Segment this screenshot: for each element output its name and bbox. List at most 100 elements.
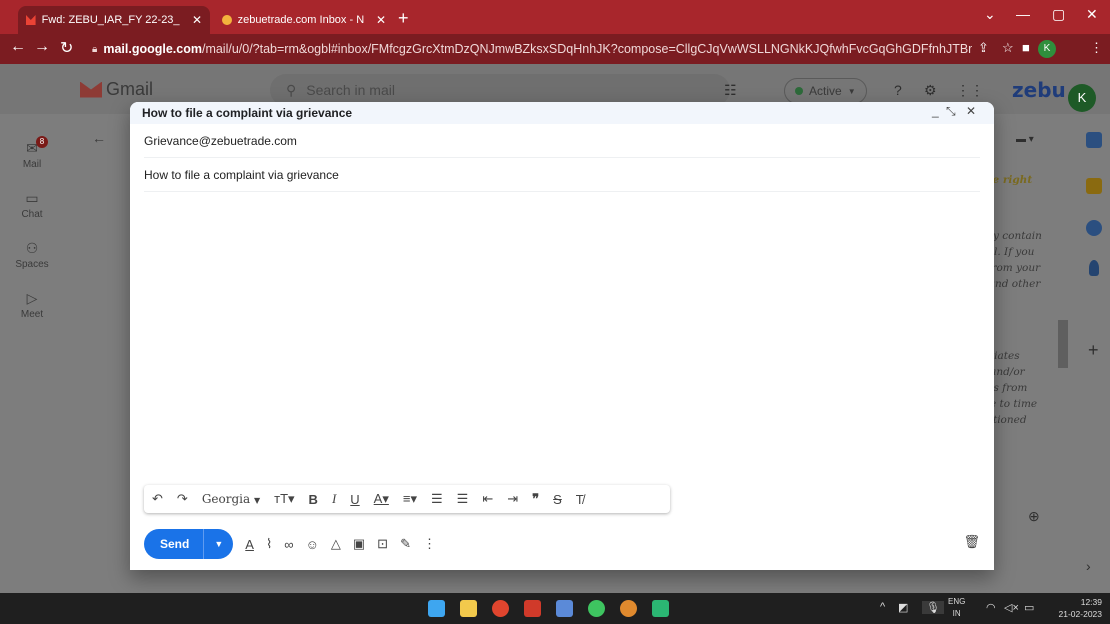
reload-icon[interactable]: ↻ [60,38,73,58]
back-to-inbox-icon[interactable]: ← [92,130,106,146]
confidential-mode-icon[interactable]: ⊡ [377,536,388,552]
quote-icon[interactable]: ❞ [532,491,539,507]
search-placeholder: Search in mail [306,82,395,98]
close-icon[interactable]: ✕ [966,104,976,118]
numbered-list-icon[interactable]: ☰ [431,491,443,507]
browser-tab-strip: Fwd: ZEBU_IAR_FY 22-23_Q3_Qu ✕ zebuetrad… [0,0,1110,34]
account-avatar[interactable]: K [1068,84,1096,112]
compose-header[interactable]: How to file a complaint via grievance _ … [130,102,994,124]
phone-app-icon[interactable] [652,600,669,617]
tasks-icon[interactable] [1086,220,1102,236]
send-options-icon[interactable]: ▼ [203,529,233,559]
text-color-icon[interactable]: A▾ [374,491,389,507]
close-tab-icon[interactable]: ✕ [376,13,386,27]
indent-less-icon[interactable]: ⇤ [482,491,493,507]
emoji-icon[interactable]: ☺ [306,537,319,552]
chrome-icon[interactable] [492,600,509,617]
rail-meet[interactable]: ▷ Meet [0,290,64,320]
close-tab-icon[interactable]: ✕ [192,13,202,27]
side-panel-icon[interactable]: ■ [1022,40,1030,55]
new-tab-button[interactable]: + [398,6,409,30]
insert-link-icon[interactable]: ∞ [284,537,293,552]
help-icon[interactable]: ? [894,82,902,98]
tab-label: Fwd: ZEBU_IAR_FY 22-23_Q3_Qu [41,14,180,26]
search-options-icon[interactable]: ☷ [724,82,737,99]
close-window-icon[interactable]: ✕ [1086,6,1098,23]
minimize-icon[interactable]: _ [932,104,939,118]
tray-overflow-icon[interactable]: ^ [880,601,885,613]
whatsapp-icon[interactable] [588,600,605,617]
contacts-icon[interactable] [1089,260,1099,276]
rail-mail[interactable]: ✉ 8 Mail [0,136,64,170]
battery-icon[interactable]: ▭ [1024,601,1034,614]
font-select[interactable]: Georgia ▼ [202,492,260,506]
add-reaction-icon[interactable]: ⊕ [1028,508,1040,525]
tab-zebu[interactable]: zebuetrade.com Inbox - Non - Tr ✕ [214,6,394,34]
volume-icon[interactable]: ◁× [1004,601,1019,614]
tray-app-icon[interactable]: ◩ [898,601,908,614]
recipient-chip[interactable]: Grievance@zebuetrade.com [144,134,297,148]
send-button[interactable]: Send ▼ [144,529,234,559]
restore-icon[interactable]: ▢ [1052,6,1065,23]
lock-icon: 🔒︎ [92,43,98,55]
microphone-icon[interactable]: 🎙︎ [922,601,944,614]
formatting-options-icon[interactable]: A [245,537,254,552]
rail-spaces[interactable]: ⚇ Spaces [0,240,64,270]
drive-icon[interactable]: △ [331,536,341,552]
add-addon-icon[interactable]: + [1088,340,1099,361]
underline-icon[interactable]: U [350,492,359,507]
to-field[interactable]: Grievance@zebuetrade.com [144,124,980,158]
message-body[interactable] [130,192,994,478]
status-dropdown[interactable]: Active ▼ [784,78,867,104]
redo-icon[interactable]: ↷ [177,491,188,507]
tab-gmail[interactable]: Fwd: ZEBU_IAR_FY 22-23_Q3_Qu ✕ [18,6,210,34]
menu-dots-icon[interactable]: ⋮ [1090,40,1103,56]
share-icon[interactable]: ⇪ [978,40,989,56]
align-icon[interactable]: ≡▾ [403,491,417,507]
url-field[interactable]: 🔒︎ mail.google.com/mail/u/0/?tab=rm&ogbl… [92,38,972,60]
font-size-icon[interactable]: ᴛT▾ [274,491,294,507]
browser-profile-avatar[interactable]: K [1038,40,1056,58]
forward-icon[interactable]: → [34,38,50,56]
calendar-icon[interactable] [1086,132,1102,148]
bookmark-star-icon[interactable]: ☆ [1002,40,1014,56]
settings-gear-icon[interactable]: ⚙ [924,82,937,99]
exit-fullscreen-icon[interactable]: ⤡ [946,104,956,119]
wifi-icon[interactable]: ◠ [986,601,996,614]
bold-icon[interactable]: B [309,492,318,507]
tab-search-icon[interactable]: ⌄ [984,6,996,23]
strikethrough-icon[interactable]: S [553,492,562,507]
clock-time: 12:39 [1080,597,1102,607]
zebu-brand-logo[interactable]: zebu [1012,78,1066,102]
expand-panel-icon[interactable]: › [1086,558,1091,574]
indent-more-icon[interactable]: ⇥ [507,491,518,507]
more-options-icon[interactable]: ⋮ [423,536,436,552]
undo-icon[interactable]: ↶ [152,491,163,507]
bulleted-list-icon[interactable]: ☰ [457,491,469,507]
scrollbar-thumb[interactable] [1058,320,1068,368]
snipping-tool-icon[interactable] [556,600,573,617]
attach-file-icon[interactable]: ⌇ [266,536,272,552]
address-bar: ← → ↻ 🔒︎ mail.google.com/mail/u/0/?tab=r… [0,34,1110,64]
apps-grid-icon[interactable]: ⋮⋮ [956,82,984,99]
signature-icon[interactable]: ✎ [400,536,411,552]
windows-start-icon[interactable] [428,600,445,617]
keyboard-icon[interactable]: ▬ ▾ [1016,134,1034,145]
file-explorer-icon[interactable] [460,600,477,617]
gmail-logo[interactable]: Gmail [80,79,153,100]
chrome-profile-icon[interactable] [620,600,637,617]
italic-icon[interactable]: I [332,491,336,507]
discard-draft-icon[interactable]: 🗑︎ [963,534,980,550]
meet-icon: ▷ [26,290,38,306]
rail-chat[interactable]: ▭ Chat [0,190,64,220]
subject-field[interactable]: How to file a complaint via grievance [144,158,980,192]
language-indicator[interactable]: ENG IN [948,596,965,620]
back-icon[interactable]: ← [10,38,26,56]
wps-icon[interactable] [524,600,541,617]
keep-icon[interactable] [1086,178,1102,194]
clear-formatting-icon[interactable]: T̸ [576,492,584,507]
minimize-icon[interactable]: — [1016,6,1030,22]
insert-photo-icon[interactable]: ▣ [353,536,365,552]
chevron-down-icon: ▼ [847,86,856,96]
system-clock[interactable]: 12:39 21-02-2023 [1050,596,1102,620]
